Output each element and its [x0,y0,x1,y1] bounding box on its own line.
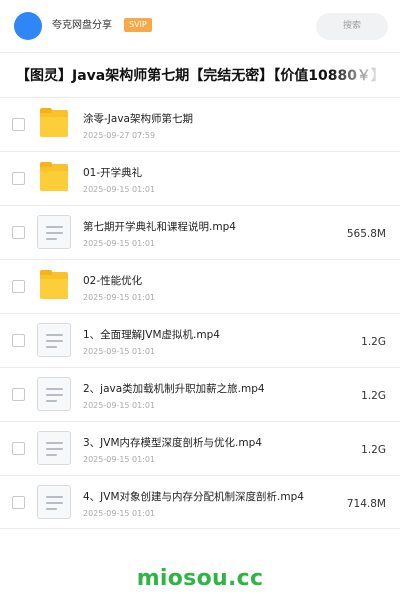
search-button[interactable]: 搜索 [316,13,388,40]
file-date: 2025-09-15 01:01 [83,185,156,194]
row-checkbox[interactable] [12,280,25,293]
file-date: 2025-09-15 01:01 [83,509,156,518]
row-checkbox[interactable] [12,118,25,131]
file-name: 3、JVM内存模型深度剖析与优化.mp4 [83,437,262,449]
row-checkbox[interactable] [12,226,25,239]
row-checkbox[interactable] [12,388,25,401]
share-name: 夸克网盘分享 [52,20,112,31]
file-date: 2025-09-15 01:01 [83,347,156,356]
file-name: 涂零-Java架构师第七期 [83,113,193,125]
document-icon [37,323,71,357]
folder-row[interactable]: 涂零-Java架构师第七期 2025-09-27 07:59 [0,97,400,151]
document-icon [37,431,71,465]
folder-row[interactable]: 01-开学典礼 2025-09-15 01:01 [0,151,400,205]
file-row[interactable]: 1、全面理解JVM虚拟机.mp4 2025-09-15 01:01 1.2G [0,313,400,367]
folder-row[interactable]: 02-性能优化 2025-09-15 01:01 [0,259,400,313]
file-name: 1、全面理解JVM虚拟机.mp4 [83,329,220,341]
document-icon [37,485,71,519]
watermark: miosou.cc [136,566,264,591]
file-name: 02-性能优化 [83,275,143,287]
svip-badge: SVIP [124,18,152,32]
file-name: 2、java类加载机制升职加薪之旅.mp4 [83,383,265,395]
document-icon [37,215,71,249]
header: 夸克网盘分享 SVIP 搜索 [0,0,400,52]
folder-icon [37,107,71,141]
file-size: 1.2G [361,336,386,348]
folder-icon [37,269,71,303]
share-title: 【图灵】Java架构师第七期【完结无密】【价值10880￥】 [16,68,385,84]
file-name: 4、JVM对象创建与内存分配机制深度剖析.mp4 [83,491,304,503]
folder-icon [37,161,71,195]
file-size: 565.8M [346,228,386,240]
file-name: 第七期开学典礼和课程说明.mp4 [83,221,236,233]
avatar[interactable] [14,12,42,40]
file-row[interactable]: 4、JVM对象创建与内存分配机制深度剖析.mp4 2025-09-15 01:01… [0,475,400,529]
file-row[interactable]: 2、java类加载机制升职加薪之旅.mp4 2025-09-15 01:01 1.2… [0,367,400,421]
file-date: 2025-09-27 07:59 [83,131,156,140]
file-row[interactable]: 3、JVM内存模型深度剖析与优化.mp4 2025-09-15 01:01 1.2G [0,421,400,475]
file-size: 714.8M [346,498,386,510]
share-title-bar: 【图灵】Java架构师第七期【完结无密】【价值10880￥】 [0,52,400,98]
row-checkbox[interactable] [12,334,25,347]
file-size: 1.2G [361,444,386,456]
document-icon [37,377,71,411]
row-checkbox[interactable] [12,172,25,185]
file-date: 2025-09-15 01:01 [83,455,156,464]
row-checkbox[interactable] [12,442,25,455]
file-date: 2025-09-15 01:01 [83,401,156,410]
row-checkbox[interactable] [12,496,25,509]
file-size: 1.2G [361,390,386,402]
file-date: 2025-09-15 01:01 [83,293,156,302]
file-date: 2025-09-15 01:01 [83,239,156,248]
file-name: 01-开学典礼 [83,167,143,179]
file-list: 涂零-Java架构师第七期 2025-09-27 07:59 01-开学典礼 2025… [0,97,400,529]
file-row[interactable]: 第七期开学典礼和课程说明.mp4 2025-09-15 01:01 565.8M [0,205,400,259]
